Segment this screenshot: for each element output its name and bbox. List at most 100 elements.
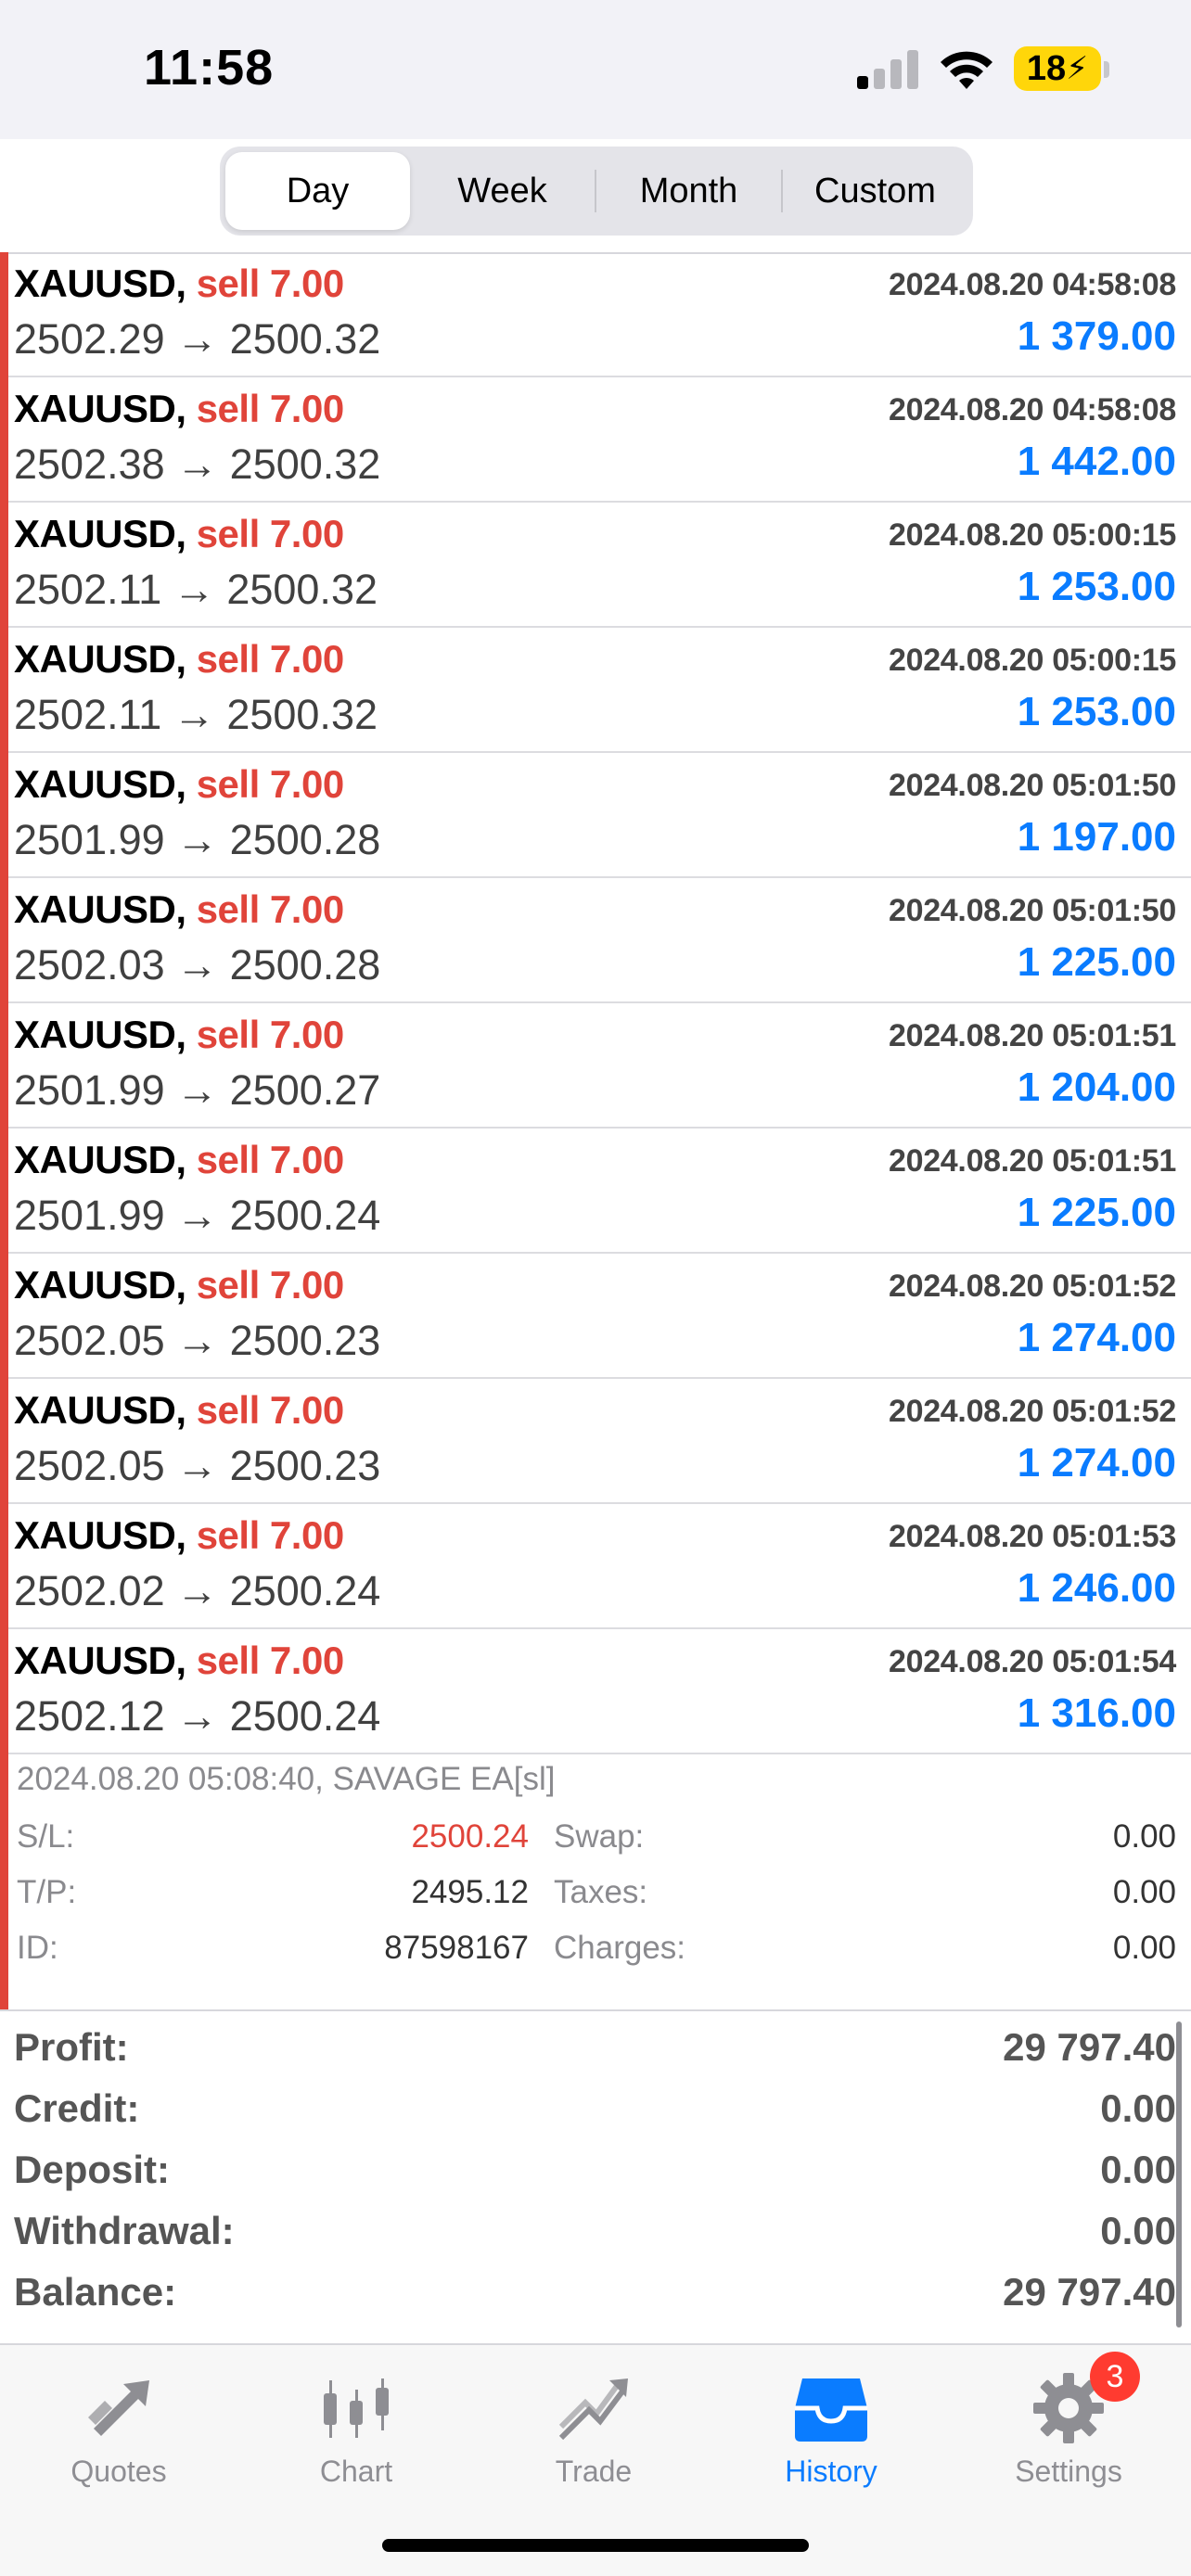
tab-label: Settings <box>1015 2455 1122 2488</box>
trade-side: sell 7.00 <box>196 512 344 555</box>
trade-prices: 2502.12 → 2500.24 <box>14 1692 381 1740</box>
trade-prices: 2502.03 → 2500.28 <box>14 941 381 988</box>
trade-profit: 1 204.00 <box>1017 1065 1176 1110</box>
trade-row[interactable]: XAUUSD, sell 7.00 2024.08.20 04:58:08 2502… <box>0 377 1191 503</box>
trade-symbol: XAUUSD, <box>14 887 186 931</box>
trade-profit: 1 274.00 <box>1017 1440 1176 1486</box>
segment-custom[interactable]: Custom <box>783 152 967 230</box>
trade-row[interactable]: XAUUSD, sell 7.00 2024.08.20 05:00:15 2502… <box>0 503 1191 628</box>
segment-month[interactable]: Month <box>596 152 781 230</box>
trade-profit: 1 274.00 <box>1017 1315 1176 1360</box>
tab-settings[interactable]: Settings <box>950 2364 1187 2503</box>
summary-row: Credit: 0.00 <box>0 2073 1191 2135</box>
summary-value: 0.00 <box>1100 2148 1176 2191</box>
trade-date: 2024.08.20 05:01:50 <box>888 768 1176 803</box>
tab-history[interactable]: History <box>712 2364 950 2503</box>
summary-value: 0.00 <box>1100 2209 1176 2252</box>
trade-symbol-line: XAUUSD, sell 7.00 <box>14 1388 344 1433</box>
trade-side: sell 7.00 <box>196 1639 344 1682</box>
trade-row[interactable]: XAUUSD, sell 7.00 2024.08.20 05:00:15 2502… <box>0 628 1191 753</box>
id-value: 87598167 <box>384 1930 529 1966</box>
trade-prices: 2502.11 → 2500.32 <box>14 566 378 613</box>
trade-icon <box>558 2378 628 2441</box>
battery-cap <box>1104 61 1109 78</box>
trade-profit: 1 253.00 <box>1017 564 1176 609</box>
trade-prices: 2501.99 → 2500.28 <box>14 816 381 863</box>
trade-profit: 1 197.00 <box>1017 814 1176 860</box>
trade-symbol: XAUUSD, <box>14 387 186 430</box>
scrollbar[interactable] <box>1176 2021 1182 2327</box>
sell-indicator-bar <box>0 252 8 2009</box>
summary-row: Balance: 29 797.40 <box>0 2257 1191 2318</box>
trade-row[interactable]: XAUUSD, sell 7.00 2024.08.20 04:58:08 2502… <box>0 252 1191 377</box>
trade-profit: 1 379.00 <box>1017 313 1176 359</box>
trade-prices: 2502.02 → 2500.24 <box>14 1567 381 1614</box>
trade-row[interactable]: XAUUSD, sell 7.00 2024.08.20 05:01:50 2501… <box>0 753 1191 878</box>
trade-symbol-line: XAUUSD, sell 7.00 <box>14 261 344 306</box>
trade-row[interactable]: XAUUSD, sell 7.00 2024.08.20 05:01:54 2502… <box>0 1629 1191 1754</box>
period-segmented-control: Day Week Month Custom <box>220 147 973 236</box>
trade-symbol-line: XAUUSD, sell 7.00 <box>14 637 344 682</box>
trade-profit: 1 225.00 <box>1017 939 1176 985</box>
taxes-value: 0.00 <box>1112 1874 1176 1910</box>
trade-side: sell 7.00 <box>196 887 344 931</box>
trade-symbol-line: XAUUSD, sell 7.00 <box>14 1013 344 1057</box>
trade-prices: 2502.38 → 2500.32 <box>14 440 381 488</box>
trade-date: 2024.08.20 05:01:54 <box>888 1644 1176 1679</box>
summary-label: Deposit: <box>14 2148 170 2191</box>
trade-side: sell 7.00 <box>196 1388 344 1432</box>
trade-row[interactable]: XAUUSD, sell 7.00 2024.08.20 05:01:51 2501… <box>0 1129 1191 1254</box>
trade-side: sell 7.00 <box>196 1263 344 1307</box>
trade-symbol: XAUUSD, <box>14 1138 186 1181</box>
cellular-signal-icon <box>857 48 922 89</box>
trade-date: 2024.08.20 05:01:50 <box>888 893 1176 928</box>
trade-profit: 1 316.00 <box>1017 1690 1176 1736</box>
trade-symbol-line: XAUUSD, sell 7.00 <box>14 1138 344 1182</box>
trade-side: sell 7.00 <box>196 762 344 806</box>
summary-divider <box>0 2009 1191 2011</box>
trade-symbol: XAUUSD, <box>14 762 186 806</box>
trade-row[interactable]: XAUUSD, sell 7.00 2024.08.20 05:01:52 2502… <box>0 1379 1191 1504</box>
summary-label: Balance: <box>14 2270 177 2314</box>
trade-row[interactable]: XAUUSD, sell 7.00 2024.08.20 05:01:52 2502… <box>0 1254 1191 1379</box>
trade-side: sell 7.00 <box>196 1138 344 1181</box>
tp-value: 2495.12 <box>411 1874 529 1910</box>
trade-date: 2024.08.20 05:00:15 <box>888 643 1176 678</box>
trade-date: 2024.08.20 05:01:51 <box>888 1143 1176 1179</box>
trade-date: 2024.08.20 05:01:53 <box>888 1519 1176 1554</box>
trade-symbol: XAUUSD, <box>14 637 186 681</box>
trade-details[interactable]: 2024.08.20 05:08:40, SAVAGE EA[sl] S/L: … <box>0 1748 1191 2009</box>
trade-symbol: XAUUSD, <box>14 1639 186 1682</box>
summary-label: Credit: <box>14 2086 140 2130</box>
tp-label: T/P: <box>17 1874 77 1910</box>
sl-value: 2500.24 <box>411 1818 529 1855</box>
trade-row[interactable]: XAUUSD, sell 7.00 2024.08.20 05:01:53 2502… <box>0 1504 1191 1629</box>
summary-value: 29 797.40 <box>1003 2025 1176 2069</box>
home-indicator[interactable] <box>382 2539 809 2552</box>
tab-chart[interactable]: Chart <box>237 2364 475 2503</box>
segment-day[interactable]: Day <box>225 152 410 230</box>
trade-date: 2024.08.20 04:58:08 <box>888 392 1176 427</box>
swap-value: 0.00 <box>1112 1818 1176 1855</box>
summary-value: 29 797.40 <box>1003 2270 1176 2314</box>
trade-date: 2024.08.20 05:01:51 <box>888 1018 1176 1053</box>
tab-label: Chart <box>319 2455 393 2488</box>
tab-trade[interactable]: Trade <box>475 2364 712 2503</box>
status-time: 11:58 <box>144 40 275 96</box>
trade-symbol-line: XAUUSD, sell 7.00 <box>14 1639 344 1683</box>
tab-quotes[interactable]: Quotes <box>0 2364 237 2503</box>
trade-symbol-line: XAUUSD, sell 7.00 <box>14 887 344 932</box>
settings-badge: 3 <box>1090 2352 1140 2402</box>
summary-row: Profit: 29 797.40 <box>0 2012 1191 2073</box>
trade-side: sell 7.00 <box>196 1513 344 1557</box>
trade-row[interactable]: XAUUSD, sell 7.00 2024.08.20 05:01:51 2501… <box>0 1003 1191 1129</box>
tab-label: Trade <box>555 2455 633 2488</box>
trade-row[interactable]: XAUUSD, sell 7.00 2024.08.20 05:01:50 2502… <box>0 878 1191 1003</box>
trade-symbol: XAUUSD, <box>14 1263 186 1307</box>
battery-level: 18 <box>1026 48 1067 88</box>
segment-week[interactable]: Week <box>410 152 595 230</box>
detail-header: 2024.08.20 05:08:40, SAVAGE EA[sl] <box>17 1761 556 1797</box>
trade-profit: 1 253.00 <box>1017 689 1176 734</box>
wifi-icon <box>941 51 992 89</box>
taxes-label: Taxes: <box>554 1874 648 1910</box>
